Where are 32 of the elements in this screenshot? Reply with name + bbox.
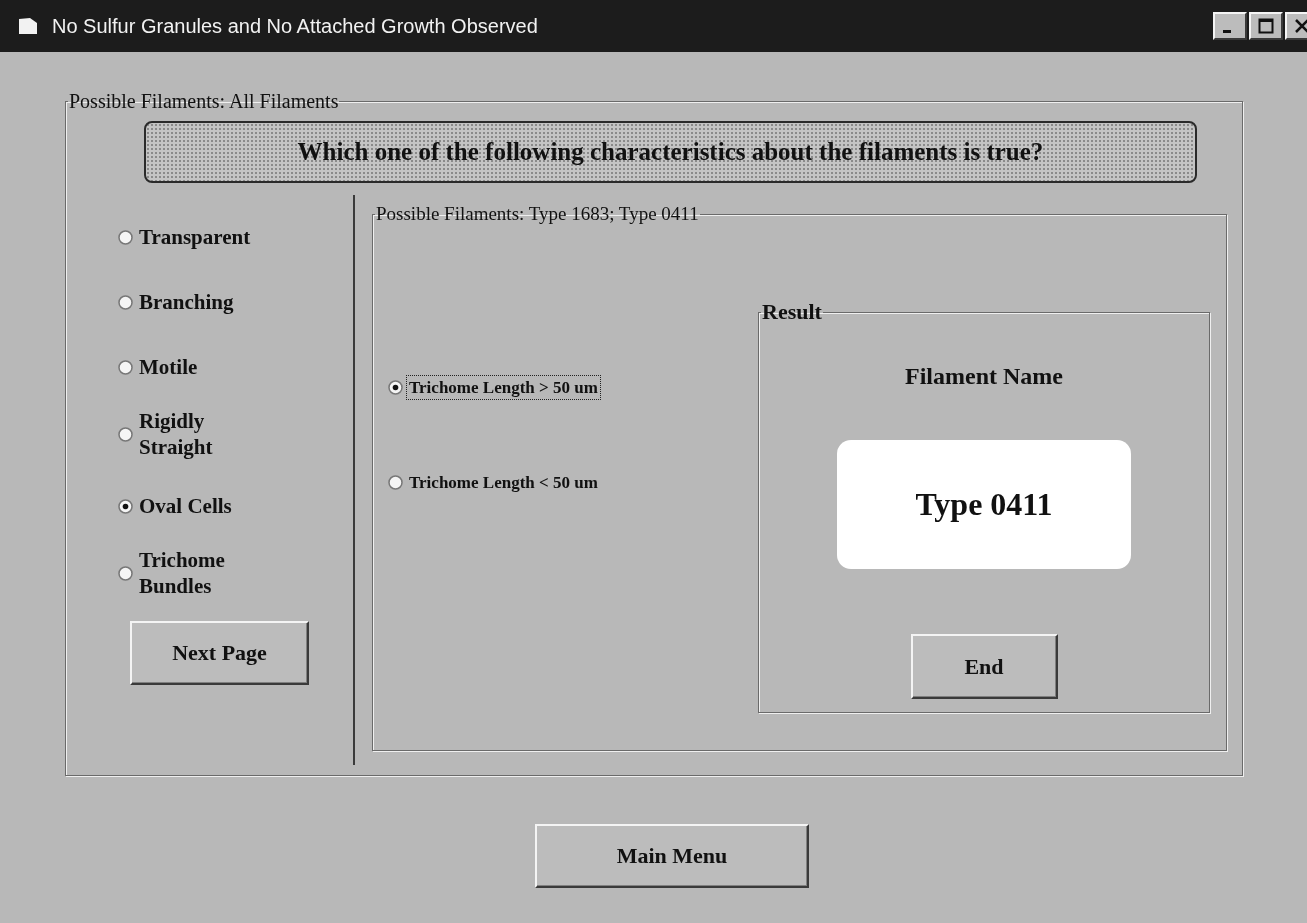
radio-button[interactable] xyxy=(388,380,403,396)
maximize-icon xyxy=(1258,18,1274,34)
radio-label[interactable]: Rigidly Straight xyxy=(136,405,277,463)
minimize-icon xyxy=(1223,29,1231,33)
radio-button[interactable] xyxy=(118,565,133,581)
radio-button[interactable] xyxy=(118,499,133,514)
radio-button[interactable] xyxy=(388,475,403,491)
group-label: Result xyxy=(761,299,823,325)
group-label: Possible Filaments: Type 1683; Type 0411 xyxy=(375,203,700,225)
end-button[interactable]: End xyxy=(910,634,1058,699)
radio-label[interactable]: Trichome Bundles xyxy=(136,544,277,602)
radio-label[interactable]: Trichome Length < 50 um xyxy=(406,470,601,496)
radio-label[interactable]: Trichome Length > 50 um xyxy=(406,375,601,401)
close-icon xyxy=(1294,18,1307,34)
main-menu-button[interactable]: Main Menu xyxy=(535,824,809,888)
radio-label[interactable]: Branching xyxy=(136,287,277,318)
radio-label[interactable]: Oval Cells xyxy=(136,491,277,522)
radio-button[interactable] xyxy=(118,230,133,245)
radio-button[interactable] xyxy=(118,360,133,375)
group-label: Possible Filaments: All Filaments xyxy=(68,90,340,113)
radio-button[interactable] xyxy=(118,426,133,442)
radio-button[interactable] xyxy=(118,295,133,310)
radio-label[interactable]: Motile xyxy=(136,352,277,383)
result-heading: Filament Name xyxy=(905,363,1063,390)
minimize-button[interactable] xyxy=(1213,12,1247,40)
radio-label[interactable]: Transparent xyxy=(136,222,277,253)
window-title: No Sulfur Granules and No Attached Growth Observed xyxy=(52,14,538,38)
question-banner: Which one of the following characteristics about the filaments is true? xyxy=(144,121,1197,183)
window-icon xyxy=(18,17,38,35)
result-value: Type 0411 xyxy=(837,440,1131,569)
next-page-button[interactable]: Next Page xyxy=(130,621,309,685)
maximize-button[interactable] xyxy=(1249,12,1283,40)
